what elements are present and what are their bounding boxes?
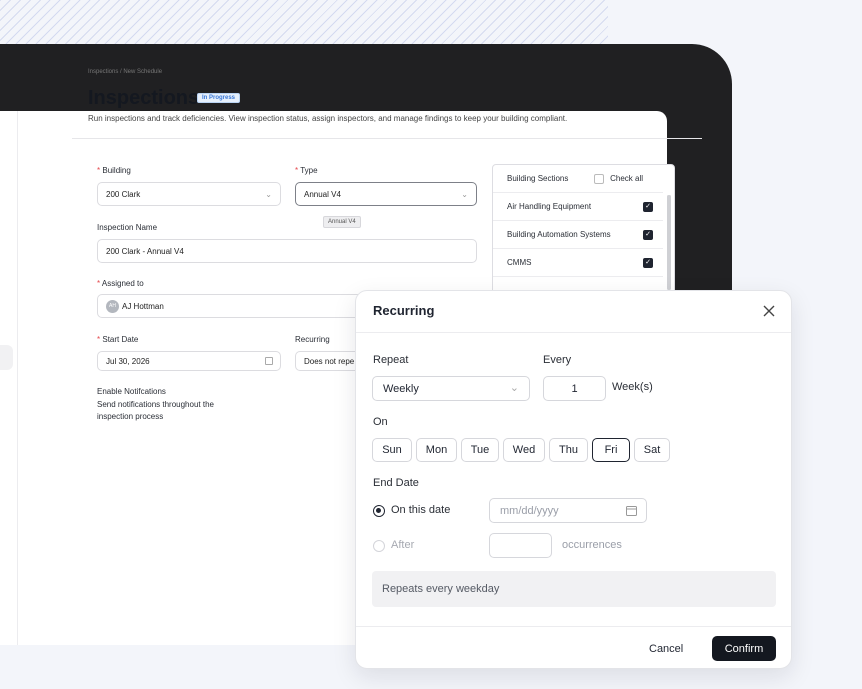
- every-value: 1: [571, 382, 578, 395]
- sections-header-label: Building Sections: [507, 174, 569, 183]
- day-thu[interactable]: Thu: [549, 438, 588, 462]
- type-select[interactable]: Annual V4 ⌄: [295, 182, 477, 206]
- every-label: Every: [543, 354, 572, 366]
- recurring-label: Recurring: [295, 335, 330, 344]
- page-description: Run inspections and track deficiencies. …: [88, 114, 568, 123]
- sections-header: Building Sections Check all: [493, 165, 663, 193]
- day-mon[interactable]: Mon: [416, 438, 457, 462]
- assigned-value: AJ Hottman: [122, 301, 164, 311]
- type-tooltip: Annual V4: [323, 216, 361, 228]
- every-input[interactable]: 1: [543, 376, 606, 401]
- repeat-value: Weekly: [383, 382, 419, 395]
- background-hatch: [0, 0, 608, 44]
- section-item[interactable]: CMMS ✓: [493, 249, 663, 277]
- chevron-down-icon: ⌄: [265, 190, 272, 199]
- checkbox-checked[interactable]: ✓: [643, 202, 653, 212]
- building-select[interactable]: 200 Clark ⌄: [97, 182, 281, 206]
- end-date-label: End Date: [373, 477, 419, 489]
- type-label: * Type: [295, 166, 318, 175]
- occurrences-label: occurrences: [562, 539, 622, 551]
- start-date-value: Jul 30, 2026: [106, 356, 150, 366]
- scrollbar-thumb[interactable]: [667, 195, 671, 290]
- section-item-label: CMMS: [507, 258, 532, 267]
- on-label: On: [373, 416, 388, 428]
- checkbox-checked[interactable]: ✓: [643, 230, 653, 240]
- on-date-label: On this date: [391, 504, 451, 516]
- every-unit: Week(s): [612, 381, 653, 393]
- notifications-description: Send notifications throughout the inspec…: [97, 400, 214, 421]
- recurring-modal: Recurring Repeat Weekly ⌄ Every 1 Week(s…: [355, 290, 792, 669]
- inspection-name-value: 200 Clark - Annual V4: [106, 246, 184, 256]
- end-date-placeholder: mm/dd/yyyy: [500, 504, 559, 517]
- inspection-name-input[interactable]: 200 Clark - Annual V4: [97, 239, 477, 263]
- section-item-label: Air Handling Equipment: [507, 202, 592, 211]
- radio-on-date[interactable]: [373, 505, 385, 517]
- cancel-button[interactable]: Cancel: [649, 643, 683, 655]
- section-item[interactable]: Building Automation Systems ✓: [493, 221, 663, 249]
- day-tue[interactable]: Tue: [461, 438, 499, 462]
- avatar: AH: [106, 299, 119, 313]
- modal-title: Recurring: [373, 303, 435, 318]
- section-item-label: Building Automation Systems: [507, 230, 611, 239]
- modal-footer-divider: [356, 626, 791, 627]
- calendar-icon: [626, 506, 637, 516]
- radio-after[interactable]: [373, 540, 385, 552]
- building-label: * Building: [97, 166, 131, 175]
- day-sun[interactable]: Sun: [372, 438, 412, 462]
- check-all-label: Check all: [610, 174, 643, 183]
- start-date-label: * Start Date: [97, 335, 139, 344]
- end-date-input[interactable]: mm/dd/yyyy: [489, 498, 647, 523]
- status-badge: In Progress: [197, 93, 241, 103]
- type-value: Annual V4: [304, 189, 341, 199]
- check-all-checkbox[interactable]: [594, 174, 604, 184]
- chevron-down-icon: ⌄: [509, 382, 519, 394]
- recurrence-summary: Repeats every weekday: [372, 571, 776, 607]
- start-date-input[interactable]: Jul 30, 2026: [97, 351, 281, 371]
- inspection-name-label: Inspection Name: [97, 223, 158, 232]
- day-fri[interactable]: Fri: [592, 438, 630, 462]
- building-value: 200 Clark: [106, 189, 141, 199]
- day-wed[interactable]: Wed: [503, 438, 545, 462]
- day-sat[interactable]: Sat: [634, 438, 670, 462]
- page-title: Inspections: [88, 87, 200, 109]
- occurrences-input[interactable]: [489, 533, 552, 558]
- close-icon[interactable]: [761, 303, 777, 319]
- after-label: After: [391, 539, 415, 551]
- chevron-down-icon: ⌄: [461, 190, 468, 199]
- repeat-label: Repeat: [373, 354, 409, 366]
- breadcrumb[interactable]: Inspections / New Schedule: [88, 69, 162, 75]
- modal-header-divider: [356, 332, 791, 333]
- checkbox-checked[interactable]: ✓: [643, 258, 653, 268]
- calendar-icon: [265, 357, 273, 365]
- assigned-label: * Assigned to: [97, 279, 144, 288]
- header-divider: [72, 138, 702, 139]
- recurring-value: Does not repe: [304, 356, 355, 366]
- confirm-button[interactable]: Confirm: [712, 636, 776, 661]
- notifications-title: Enable Notifcations: [97, 387, 166, 396]
- repeat-select[interactable]: Weekly ⌄: [372, 376, 530, 401]
- section-item[interactable]: Air Handling Equipment ✓: [493, 193, 663, 221]
